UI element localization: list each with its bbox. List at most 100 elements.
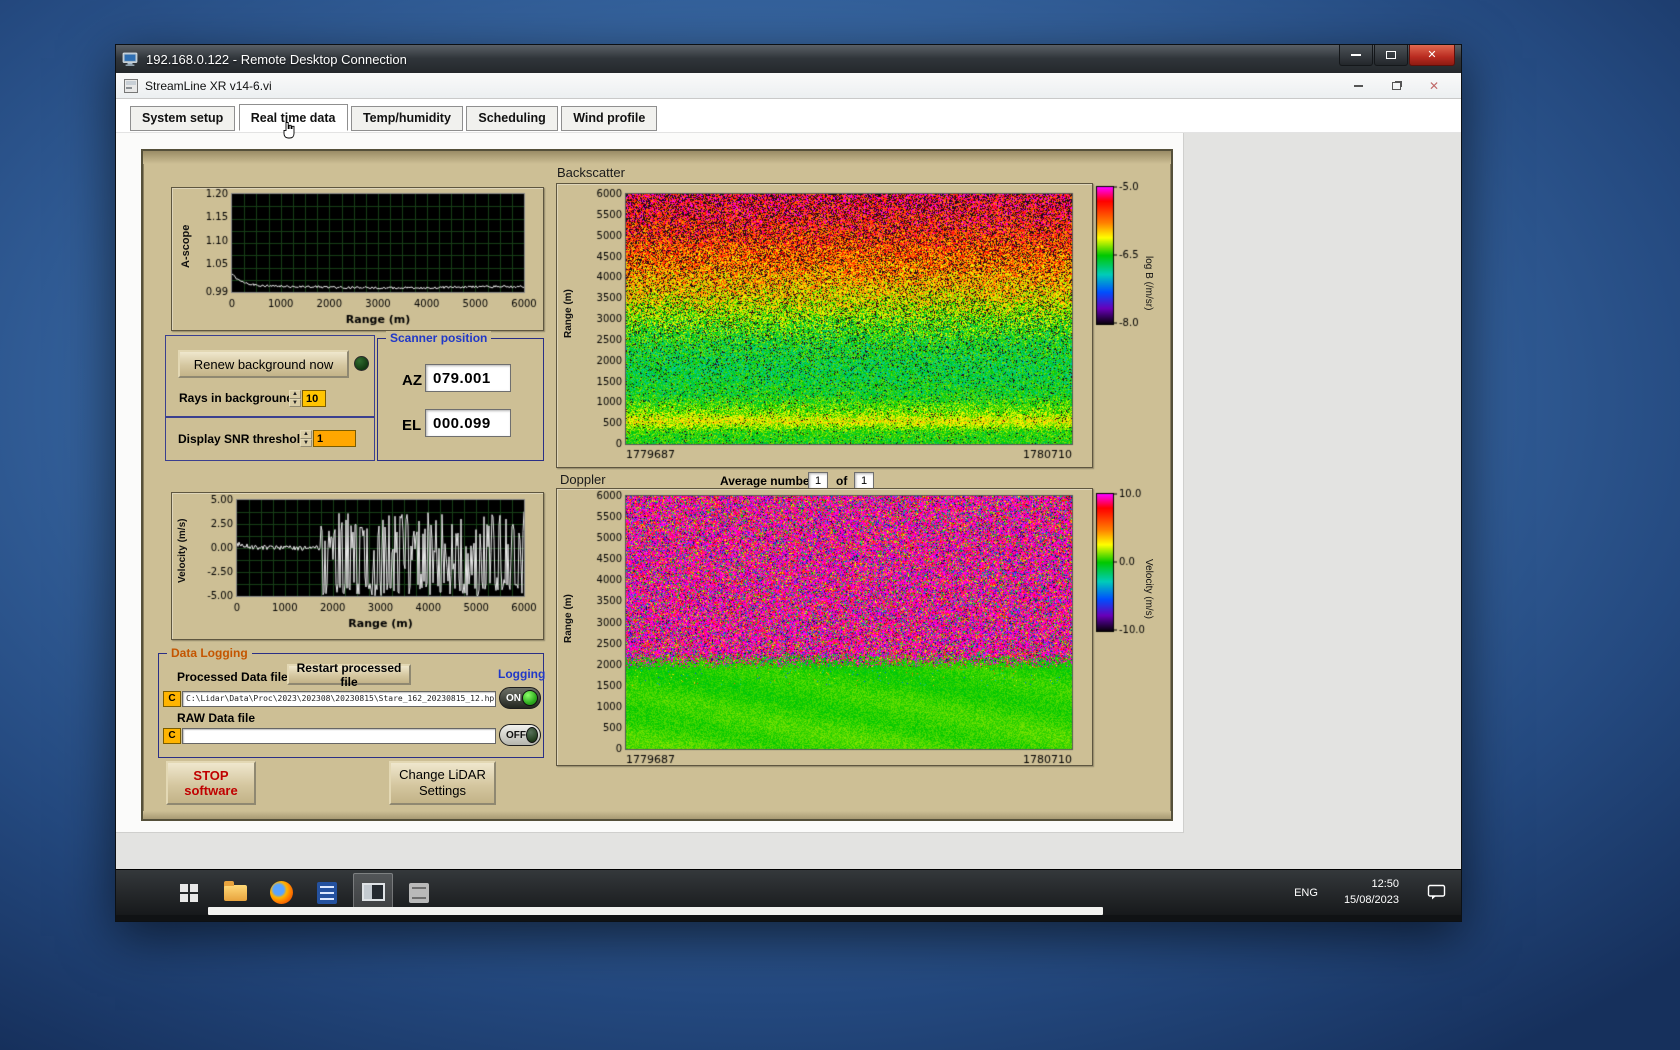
maximize-icon [1386, 51, 1396, 59]
rdp-window-title: 192.168.0.122 - Remote Desktop Connectio… [146, 51, 407, 67]
rdp-computer-icon [122, 52, 138, 66]
snr-threshold-box: Display SNR threshold ▲ ▼ 1 [165, 417, 375, 461]
notification-icon[interactable] [1427, 884, 1447, 901]
rdp-client-area: StreamLine XR v14-6.vi ✕ System setup Re… [116, 73, 1461, 921]
windows-logo-icon [180, 883, 198, 902]
backscatter-heatmap-frame: Range (m) [556, 183, 1094, 469]
az-value-field[interactable]: 079.001 [425, 364, 511, 392]
snr-threshold-value[interactable]: 1 [313, 430, 356, 447]
app-close-button[interactable]: ✕ [1415, 74, 1453, 98]
rdp-window: 192.168.0.122 - Remote Desktop Connectio… [115, 44, 1462, 922]
close-icon: ✕ [1427, 48, 1437, 61]
change-line2: Settings [419, 783, 466, 798]
rays-in-background-stepper[interactable]: ▲ ▼ [289, 390, 301, 407]
processed-data-file-label: Processed Data file [177, 670, 288, 684]
backscatter-heatmap [557, 184, 1094, 469]
ascope-y-axis-label: A-scope [180, 224, 192, 268]
velocity-chart-frame: Velocity (m/s) [171, 492, 545, 641]
tab-bar: System setup Real time data Temp/humidit… [116, 99, 1461, 139]
renew-background-button[interactable]: Renew background now [178, 350, 349, 378]
doppler-colorbar-label: Velocity (m/s) [1143, 558, 1154, 619]
average-number-value-1[interactable]: 1 [808, 472, 828, 489]
front-panel: A-scope Renew background now Rays in bac… [141, 149, 1173, 821]
panel-bevel-bottom [143, 811, 1171, 819]
clock-time: 12:50 [1371, 878, 1399, 891]
rays-in-background-label: Rays in background [179, 391, 294, 405]
blue-document-icon [317, 881, 337, 904]
rdp-close-button[interactable]: ✕ [1409, 45, 1455, 66]
scanner-position-title: Scanner position [386, 331, 492, 345]
az-label: AZ [402, 372, 422, 389]
tab-scheduling[interactable]: Scheduling [466, 106, 558, 131]
scanner-position-box: Scanner position AZ 079.001 EL 000.099 [377, 331, 544, 461]
app-minimize-button[interactable] [1339, 74, 1377, 98]
restart-processed-file-button[interactable]: Restart processed file [287, 661, 411, 689]
snr-threshold-stepper[interactable]: ▲ ▼ [300, 430, 312, 447]
velocity-chart [172, 493, 545, 641]
minimize-icon [1351, 54, 1361, 56]
stop-line2: software [184, 783, 238, 798]
doppler-y-axis-label: Range (m) [563, 594, 574, 644]
app-window-icon [361, 883, 385, 901]
background-controls-box: Renew background now Rays in background … [165, 335, 375, 417]
clock-date: 15/08/2023 [1343, 893, 1399, 906]
on-led-icon [522, 690, 538, 706]
snr-threshold-label: Display SNR threshold [178, 432, 308, 446]
rays-in-background-value[interactable]: 10 [302, 390, 326, 407]
processed-logging-toggle[interactable]: ON [499, 687, 541, 709]
rdp-horizontal-scrollbar-thumb[interactable] [208, 907, 1103, 915]
raw-drive-selector[interactable]: C [163, 728, 181, 744]
change-lidar-settings-button[interactable]: Change LiDAR Settings [389, 761, 496, 805]
panel-bevel-top [143, 151, 1171, 164]
stop-line1: STOP [193, 768, 229, 783]
data-logging-title: Data Logging [167, 646, 252, 660]
taskbar-clock[interactable]: 12:50 15/08/2023 [1344, 877, 1399, 908]
app-window-title: StreamLine XR v14-6.vi [145, 78, 272, 93]
average-number-label: Average number [720, 474, 815, 488]
app-titlebar[interactable]: StreamLine XR v14-6.vi ✕ [116, 73, 1461, 99]
off-led-icon [526, 727, 538, 743]
app-restore-button[interactable] [1377, 74, 1415, 98]
doppler-heatmap-frame: Range (m) [556, 488, 1094, 767]
backscatter-colorbar-label: log B (/m/sr) [1143, 255, 1154, 311]
el-label: EL [402, 417, 422, 434]
rdp-minimize-button[interactable] [1339, 45, 1373, 66]
app-content: A-scope Renew background now Rays in bac… [116, 133, 1461, 869]
firefox-icon [269, 881, 293, 904]
stop-software-button[interactable]: STOP software [166, 761, 256, 805]
change-line1: Change LiDAR [399, 767, 486, 782]
gray-window-icon [409, 882, 429, 903]
close-icon: ✕ [1428, 78, 1440, 93]
ascope-chart-frame: A-scope [171, 187, 545, 332]
doppler-title: Doppler [560, 472, 606, 487]
language-indicator[interactable]: ENG [1294, 887, 1318, 899]
tab-system-setup[interactable]: System setup [130, 106, 236, 131]
rdp-titlebar[interactable]: 192.168.0.122 - Remote Desktop Connectio… [116, 45, 1461, 73]
minimize-icon [1353, 84, 1363, 87]
average-of-label: of [836, 474, 848, 488]
velocity-y-axis-label: Velocity (m/s) [177, 518, 188, 584]
mouse-cursor-hand [283, 122, 295, 139]
restore-icon [1391, 81, 1401, 90]
raw-path-field[interactable] [182, 728, 496, 744]
tab-temp-humidity[interactable]: Temp/humidity [350, 106, 463, 131]
on-label: ON [506, 692, 521, 704]
off-label: OFF [506, 729, 526, 741]
backscatter-y-axis-label: Range (m) [563, 289, 574, 339]
start-button[interactable] [169, 873, 209, 913]
average-number-value-2[interactable]: 1 [854, 472, 874, 489]
ascope-chart [172, 188, 545, 332]
raw-logging-toggle[interactable]: OFF [499, 724, 541, 746]
processed-drive-selector[interactable]: C [163, 691, 181, 707]
folder-icon [223, 880, 247, 901]
rdp-maximize-button[interactable] [1374, 45, 1408, 66]
doppler-heatmap [557, 489, 1094, 767]
logging-label: Logging [498, 667, 546, 681]
processed-path-field[interactable]: C:\Lidar\Data\Proc\2023\202308\20230815\… [182, 691, 496, 707]
raw-data-file-label: RAW Data file [177, 711, 256, 725]
backscatter-title: Backscatter [557, 165, 625, 180]
tab-wind-profile[interactable]: Wind profile [561, 106, 658, 131]
labview-vi-icon [124, 78, 138, 93]
desktop-background: 192.168.0.122 - Remote Desktop Connectio… [0, 0, 1680, 1050]
el-value-field[interactable]: 000.099 [425, 409, 511, 437]
